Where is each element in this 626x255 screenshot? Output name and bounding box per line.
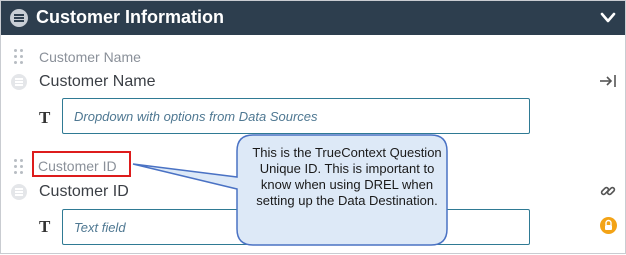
callout-bubble (132, 134, 448, 246)
callout-text: This is the TrueContext Question Unique … (252, 145, 442, 208)
customer-information-panel: Customer Information Customer Name Custo… (0, 0, 626, 254)
